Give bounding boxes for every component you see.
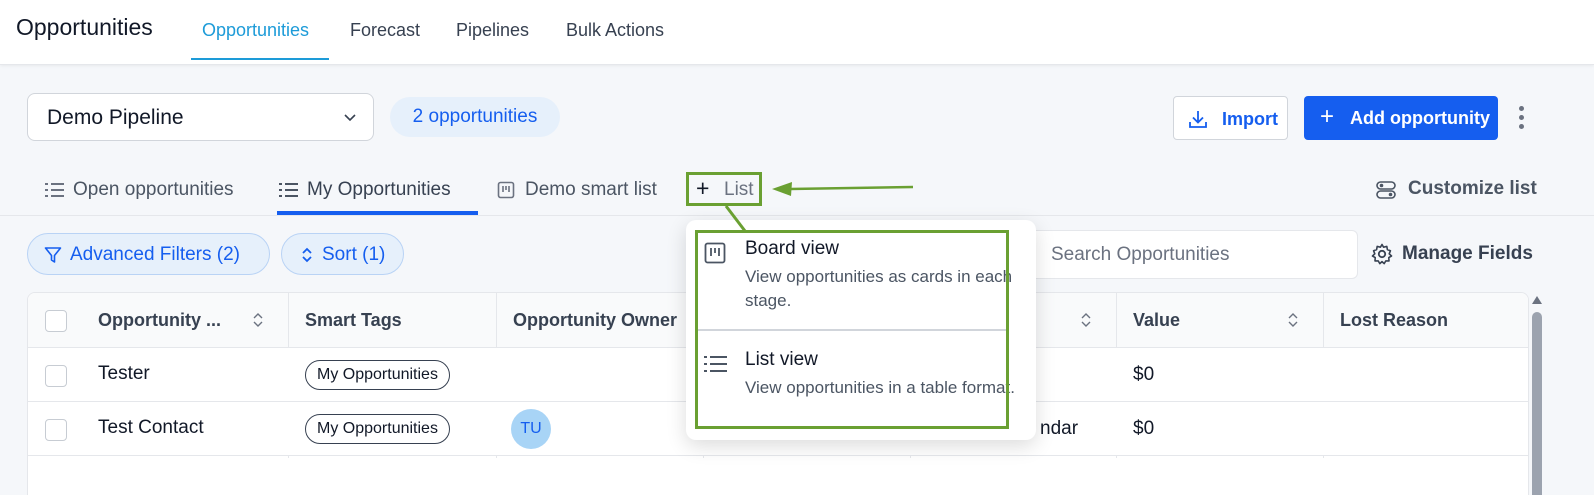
active-tab-indicator: [191, 58, 329, 60]
opportunity-name[interactable]: Test Contact: [98, 417, 204, 439]
sort-button[interactable]: Sort (1): [281, 233, 404, 275]
scrollbar-thumb[interactable]: [1532, 312, 1542, 495]
sort-label: Sort (1): [322, 244, 386, 265]
filter-icon: [44, 247, 62, 263]
opportunity-value: $0: [1133, 418, 1155, 439]
sort-icon[interactable]: [1080, 312, 1092, 328]
list-tab-label: My Opportunities: [307, 179, 451, 200]
sort-icon: [302, 247, 312, 263]
board-icon: [497, 181, 515, 199]
tabs-divider: [0, 215, 1594, 216]
scroll-up-arrow-icon[interactable]: [1532, 296, 1542, 304]
more-options-icon[interactable]: [1512, 104, 1530, 132]
import-button-label: Import: [1222, 109, 1278, 129]
pipeline-select[interactable]: Demo Pipeline: [27, 93, 374, 141]
tab-forecast[interactable]: Forecast: [350, 20, 420, 41]
add-opportunity-label: Add opportunity: [1350, 108, 1490, 128]
pipeline-select-value: Demo Pipeline: [47, 106, 184, 129]
column-header-value[interactable]: Value: [1133, 310, 1180, 331]
row-checkbox[interactable]: [45, 419, 67, 441]
table-scrollbar[interactable]: [1531, 296, 1543, 495]
row-checkbox[interactable]: [45, 365, 67, 387]
chevron-down-icon: [344, 114, 356, 122]
opportunity-value: $0: [1133, 364, 1155, 385]
add-list-button[interactable]: + List: [686, 172, 762, 206]
list-tab-label: Demo smart list: [525, 179, 657, 200]
manage-fields-label: Manage Fields: [1402, 243, 1533, 264]
tab-pipelines[interactable]: Pipelines: [456, 20, 529, 41]
advanced-filters-button[interactable]: Advanced Filters (2): [27, 233, 270, 275]
page-title: Opportunities: [16, 14, 153, 40]
annotation-highlight-box: [695, 230, 1009, 429]
column-header-smart-tags[interactable]: Smart Tags: [305, 310, 402, 331]
add-list-label: List: [724, 179, 754, 200]
advanced-filters-label: Advanced Filters (2): [70, 244, 241, 265]
sort-icon[interactable]: [1287, 312, 1299, 328]
search-opportunities-input[interactable]: Search Opportunities: [1030, 230, 1358, 279]
list-icon: [45, 183, 64, 197]
stage-text: ndar: [1040, 418, 1079, 439]
toggle-settings-icon: [1376, 181, 1396, 199]
opportunity-name[interactable]: Tester: [98, 363, 150, 385]
download-icon: [1189, 111, 1207, 128]
annotation-arrowhead: [772, 182, 792, 196]
column-header-opportunity-owner[interactable]: Opportunity Owner: [513, 310, 677, 331]
top-nav-bar: Opportunities Opportunities Forecast Pip…: [0, 0, 1594, 65]
gear-icon: [1371, 243, 1393, 265]
list-tab-my-opportunities[interactable]: My Opportunities: [279, 178, 469, 204]
import-button[interactable]: Import: [1173, 96, 1288, 140]
smart-tag: My Opportunities: [305, 360, 450, 390]
annotation-arrow: [789, 185, 914, 191]
page: Opportunities Opportunities Forecast Pip…: [0, 0, 1594, 495]
add-opportunity-button[interactable]: + Add opportunity: [1304, 96, 1498, 140]
avatar: TU: [511, 409, 551, 449]
customize-list-label: Customize list: [1408, 178, 1537, 199]
plus-icon: +: [1320, 103, 1335, 130]
list-icon: [279, 183, 298, 197]
list-tab-open-opportunities[interactable]: Open opportunities: [45, 178, 255, 204]
column-header-lost-reason[interactable]: Lost Reason: [1340, 310, 1448, 331]
list-tab-label: Open opportunities: [73, 179, 234, 200]
tab-bulk-actions[interactable]: Bulk Actions: [566, 20, 664, 41]
select-all-checkbox[interactable]: [45, 310, 67, 332]
column-header-opportunity[interactable]: Opportunity ...: [98, 310, 221, 331]
list-tab-demo-smart-list[interactable]: Demo smart list: [497, 178, 672, 204]
plus-icon: +: [696, 175, 710, 201]
sort-icon[interactable]: [252, 312, 264, 328]
search-placeholder: Search Opportunities: [1051, 244, 1230, 265]
tab-opportunities[interactable]: Opportunities: [202, 20, 309, 41]
opportunity-count-badge: 2 opportunities: [390, 97, 560, 137]
smart-tag: My Opportunities: [305, 414, 450, 444]
